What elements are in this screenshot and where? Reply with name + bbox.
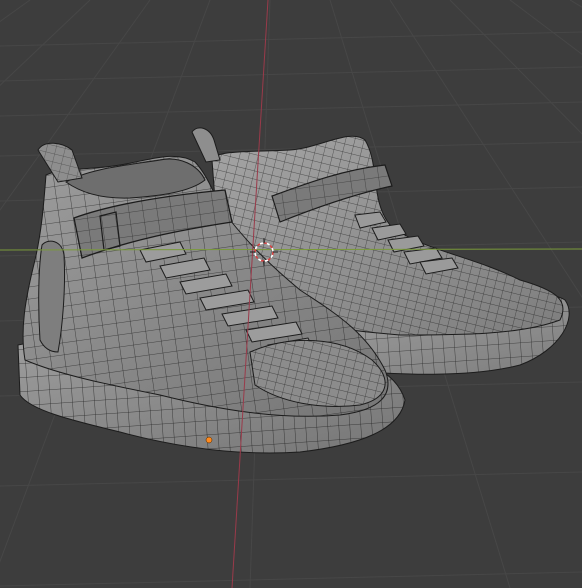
3d-viewport[interactable] [0,0,582,588]
grid-line [0,101,582,117]
grid-line [0,0,31,23]
origin-point-icon[interactable] [205,436,213,444]
grid-line [0,471,582,487]
sneaker-right-heel-tab [191,127,221,163]
sneaker-left-side-panel [38,240,66,353]
grid-line [0,571,582,587]
grid-line [0,31,582,47]
viewport-canvas[interactable] [0,0,582,588]
grid-line [0,66,582,82]
